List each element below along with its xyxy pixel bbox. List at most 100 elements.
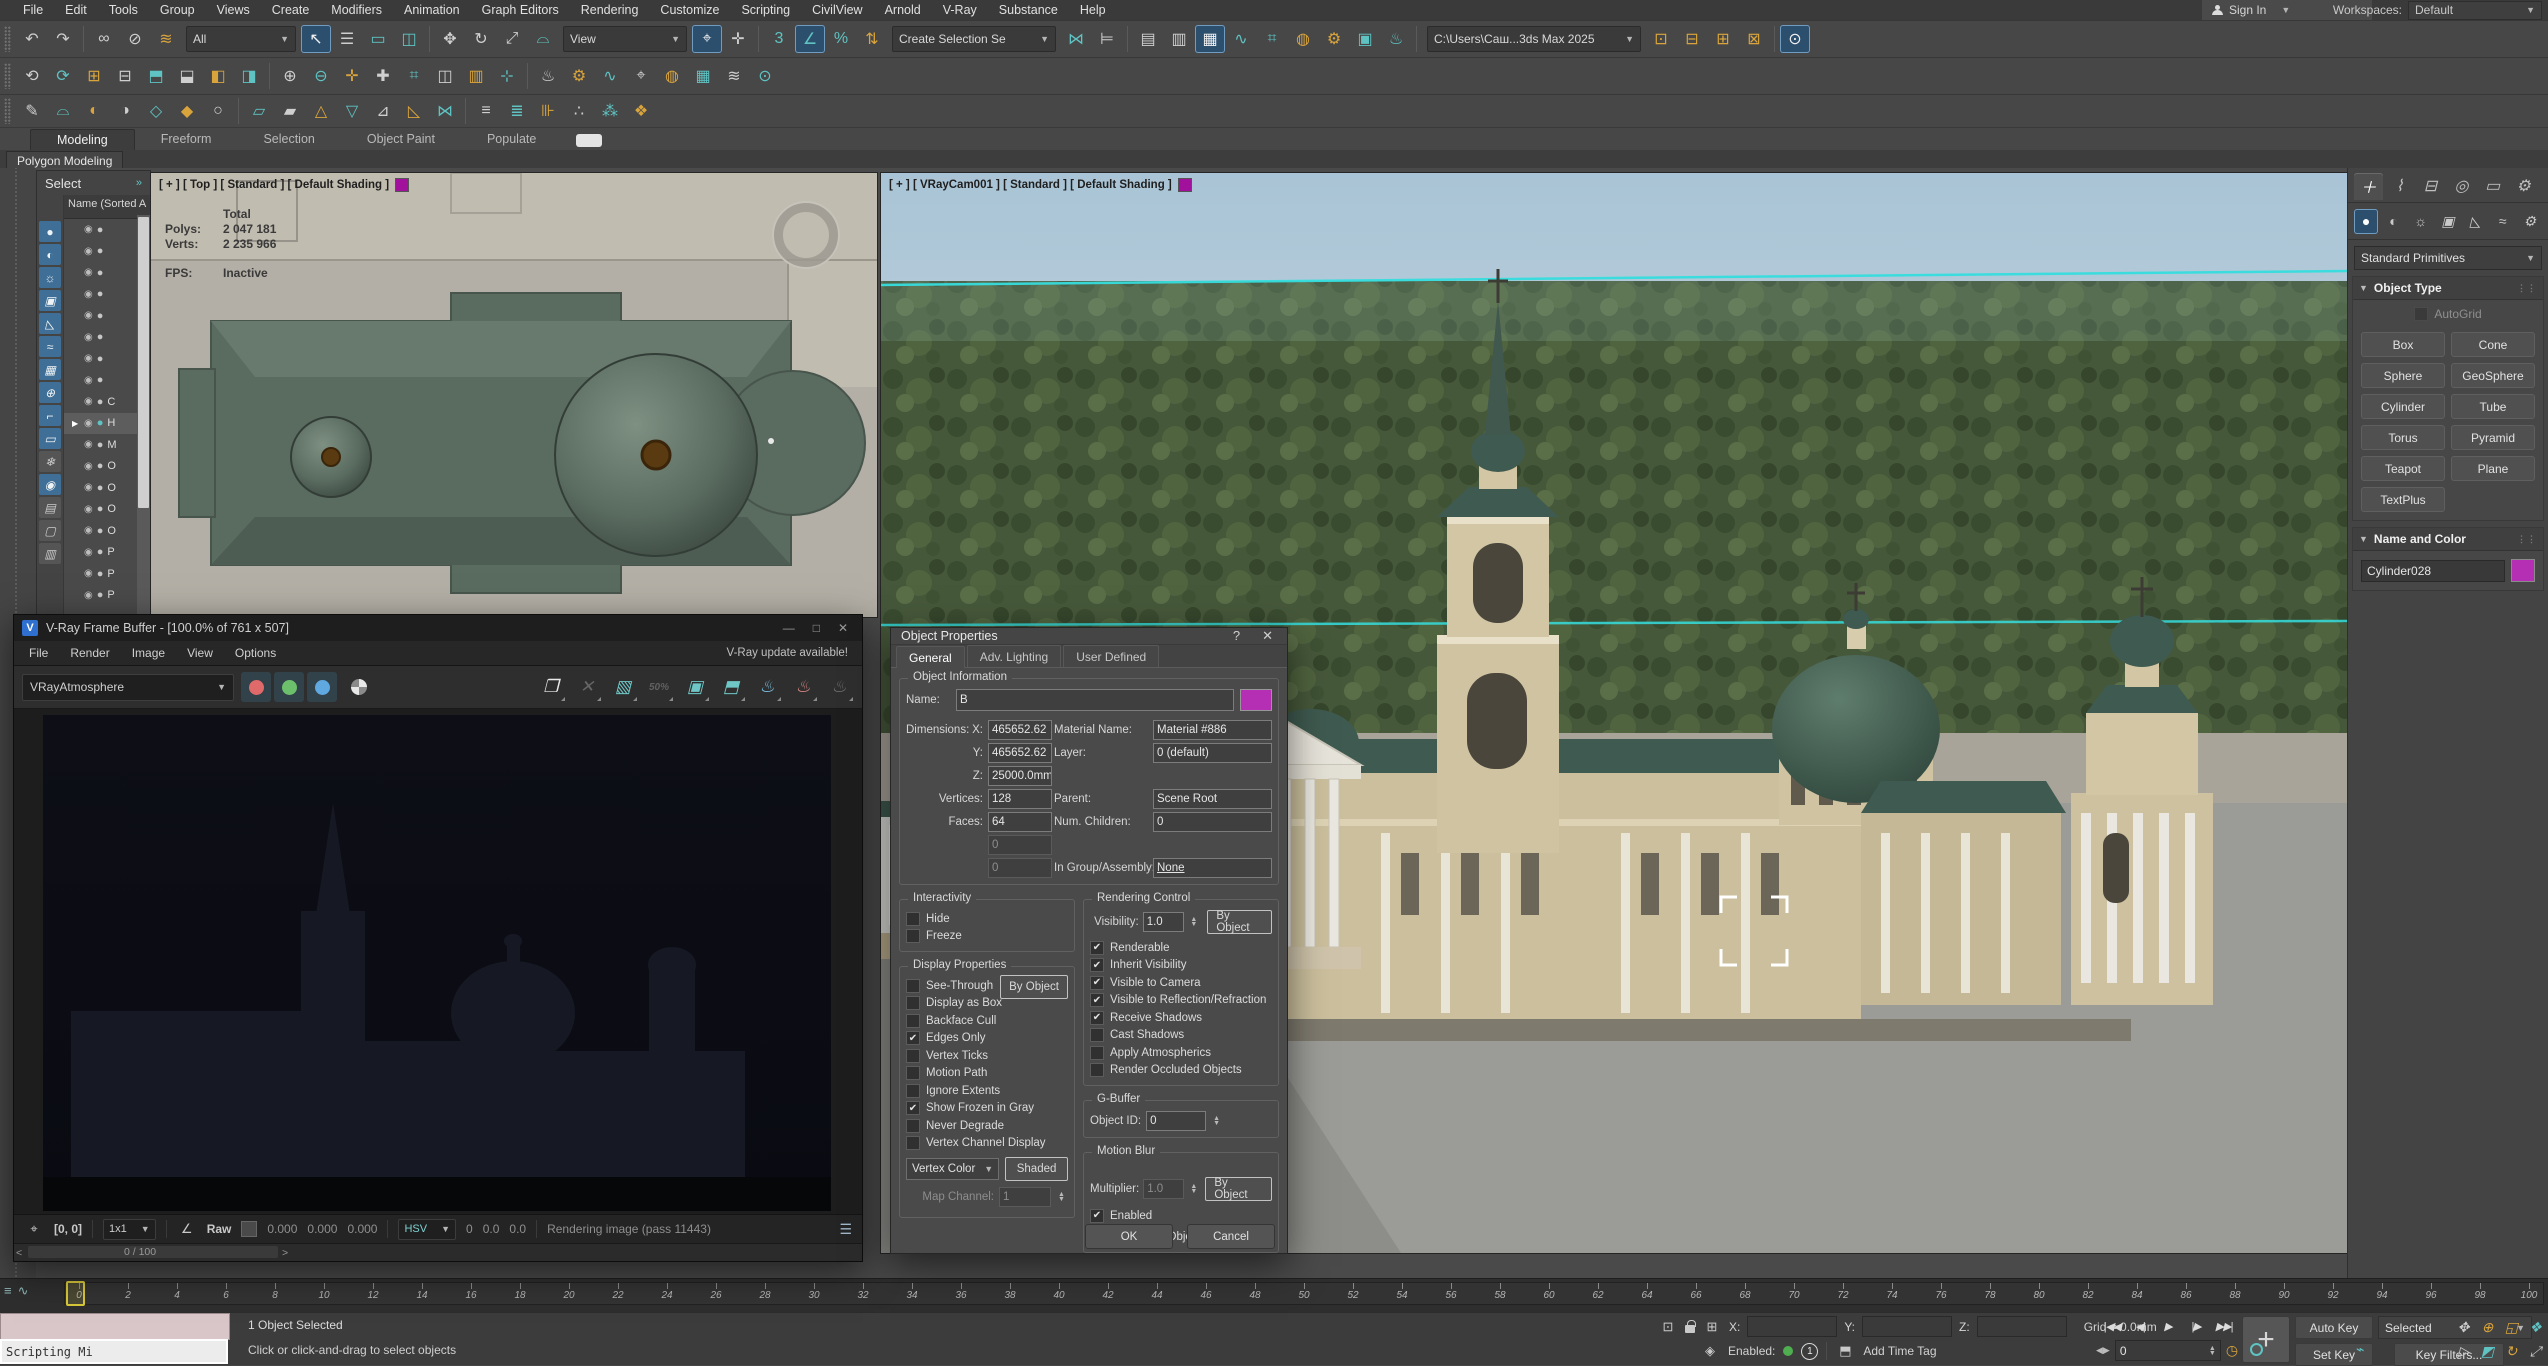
select-object-icon[interactable]: ↖ [301,25,331,53]
filter-helpers-icon[interactable]: ◺ [39,313,61,334]
custom-tool-icon[interactable]: ○ [203,97,233,125]
vfb-image-area[interactable] [14,709,862,1214]
checkbox[interactable] [906,996,920,1010]
ribbon-tab[interactable]: Selection [237,129,340,150]
vray-update-notice[interactable]: V-Ray update available! [727,647,858,659]
walk-through-icon[interactable]: ◩ [2476,1340,2499,1363]
utilities-tab[interactable]: ⚙ [2509,173,2538,200]
custom-tool-icon[interactable]: ⋈ [430,97,460,125]
custom-tool-icon[interactable]: ◐ [79,97,109,125]
color-curve-icon[interactable]: ∠ [177,1219,197,1239]
filter-containers-icon[interactable]: ▭ [39,428,61,449]
primitive-button[interactable]: Cylinder [2361,394,2445,419]
minimize-icon[interactable]: — [783,621,795,635]
cameras-subtab[interactable]: ▣ [2436,209,2460,234]
menu-item[interactable]: Create [261,1,321,19]
window-gear-icon[interactable]: ⊡ [1646,25,1676,53]
vfb-menu-item[interactable]: Render [59,644,120,662]
ribbon-tab[interactable]: Freeform [135,129,238,150]
time-slider-ruler[interactable]: 0246810121416182022242628303234363840424… [64,1282,2544,1305]
use-pivot-point-center-icon[interactable]: ⌖ [692,25,722,53]
angle-snap-icon[interactable]: ∠ [795,25,825,53]
select-and-manipulate-icon[interactable]: ✛ [723,25,753,53]
schematic-view-icon[interactable]: ⌗ [1257,25,1287,53]
checkbox[interactable] [906,912,920,926]
align-icon[interactable]: ⊨ [1092,25,1122,53]
custom-tool-icon[interactable]: ▦ [688,62,718,90]
selection-lock-region-icon[interactable]: ⊡ [1658,1317,1678,1337]
visibility-eye-icon[interactable]: ◉ [84,547,93,558]
select-and-link-icon[interactable]: ∞ [89,25,119,53]
dimension-y-field[interactable]: 465652.62 [988,743,1052,763]
spinner-icon[interactable]: ▲▼ [1190,917,1197,927]
zoom-extents-icon[interactable]: ◱ [2500,1316,2523,1339]
hierarchy-tab[interactable]: ⊟ [2416,173,2445,200]
window-folder-icon[interactable]: ⊟ [1677,25,1707,53]
curve-editor-icon[interactable]: ∿ [1226,25,1256,53]
start-render-icon[interactable]: ♨ [824,672,854,702]
cancel-button[interactable]: Cancel [1187,1224,1275,1249]
scrollbar-thumb[interactable] [138,217,149,508]
custom-tool-icon[interactable]: ⚙ [564,62,594,90]
rectangular-selection-region-icon[interactable]: ▭ [363,25,393,53]
visibility-eye-icon[interactable]: ◉ [84,590,93,601]
blue-channel-icon[interactable] [307,672,337,702]
alpha-channel-icon[interactable] [351,679,367,695]
render-production-icon[interactable]: ♨ [1381,25,1411,53]
menu-item[interactable]: Graph Editors [471,1,570,19]
next-frame-icon[interactable]: |▶ [2184,1316,2208,1336]
bind-to-space-warp-icon[interactable]: ≋ [151,25,181,53]
object-id-field[interactable]: 0 [1146,1111,1206,1131]
expand-panel-icon[interactable]: » [136,177,142,189]
spinner-icon[interactable]: ▲▼ [1190,1184,1197,1194]
motion-tab[interactable]: ◎ [2447,173,2476,200]
frame-nudge-icon[interactable]: ◀▶ [2096,1345,2110,1356]
vfb-menu-item[interactable]: View [176,644,224,662]
checkbox[interactable] [1090,1028,1104,1042]
menu-item[interactable]: File [12,1,54,19]
checkbox[interactable] [906,1014,920,1028]
primitive-button[interactable]: Cone [2451,332,2535,357]
maximize-icon[interactable]: □ [813,621,820,635]
vfb-menu-item[interactable]: Options [224,644,287,662]
custom-tool-icon[interactable]: ⊿ [368,97,398,125]
autogrid-checkbox[interactable] [2414,307,2428,321]
custom-tool-icon[interactable]: ⊟ [110,62,140,90]
checkbox[interactable] [906,1066,920,1080]
custom-tool-icon[interactable]: ∿ [595,62,625,90]
custom-tool-icon[interactable]: ⊕ [275,62,305,90]
filter-hidden-icon[interactable]: ◉ [39,474,61,495]
custom-tool-icon[interactable]: ▥ [461,62,491,90]
follow-mouse-icon[interactable]: ⬒ [716,672,746,702]
filter-bones-icon[interactable]: ⌐ [39,405,61,426]
toggle-ribbon-icon[interactable]: ▦ [1195,25,1225,53]
menu-item[interactable]: Animation [393,1,471,19]
shapes-subtab[interactable]: ◐ [2381,209,2405,234]
custom-tool-icon[interactable]: ⊞ [79,62,109,90]
viewport-label[interactable]: [ + ] [ Top ] [ Standard ] [ Default Sha… [159,178,409,192]
window-link-icon[interactable]: ⊞ [1708,25,1738,53]
custom-tool-icon[interactable]: ≋ [719,62,749,90]
filter-lights-icon[interactable]: ☼ [39,267,61,288]
select-and-scale-icon[interactable]: ⤢ [497,25,527,53]
set-keys-button[interactable]: + [2242,1316,2290,1363]
auto-key-button[interactable]: Auto Key [2295,1316,2373,1339]
x-coordinate-field[interactable] [1747,1316,1837,1337]
custom-tool-icon[interactable]: ◨ [234,62,264,90]
menu-item[interactable]: Arnold [874,1,932,19]
custom-tool-icon[interactable]: ◧ [203,62,233,90]
menu-item[interactable]: Substance [988,1,1069,19]
spinner-icon[interactable]: ▲▼ [1058,1192,1065,1202]
workspace-dropdown[interactable]: Default ▼ [2408,1,2542,20]
selection-filter-dropdown[interactable]: All▼ [186,26,296,52]
custom-tool-icon[interactable]: ✎ [17,97,47,125]
dialog-tab[interactable]: Adv. Lighting [967,645,1062,667]
primitive-button[interactable]: Pyramid [2451,425,2535,450]
visibility-eye-icon[interactable]: ◉ [84,418,93,429]
space-warps-subtab[interactable]: ≈ [2490,209,2514,234]
custom-tool-icon[interactable]: ∴ [564,97,594,125]
toolbar-drag-handle[interactable] [4,63,11,89]
ribbon-tab[interactable]: Object Paint [341,129,461,150]
field-of-view-icon[interactable]: ▷ [2452,1340,2475,1363]
custom-tool-icon[interactable]: ⬓ [172,62,202,90]
